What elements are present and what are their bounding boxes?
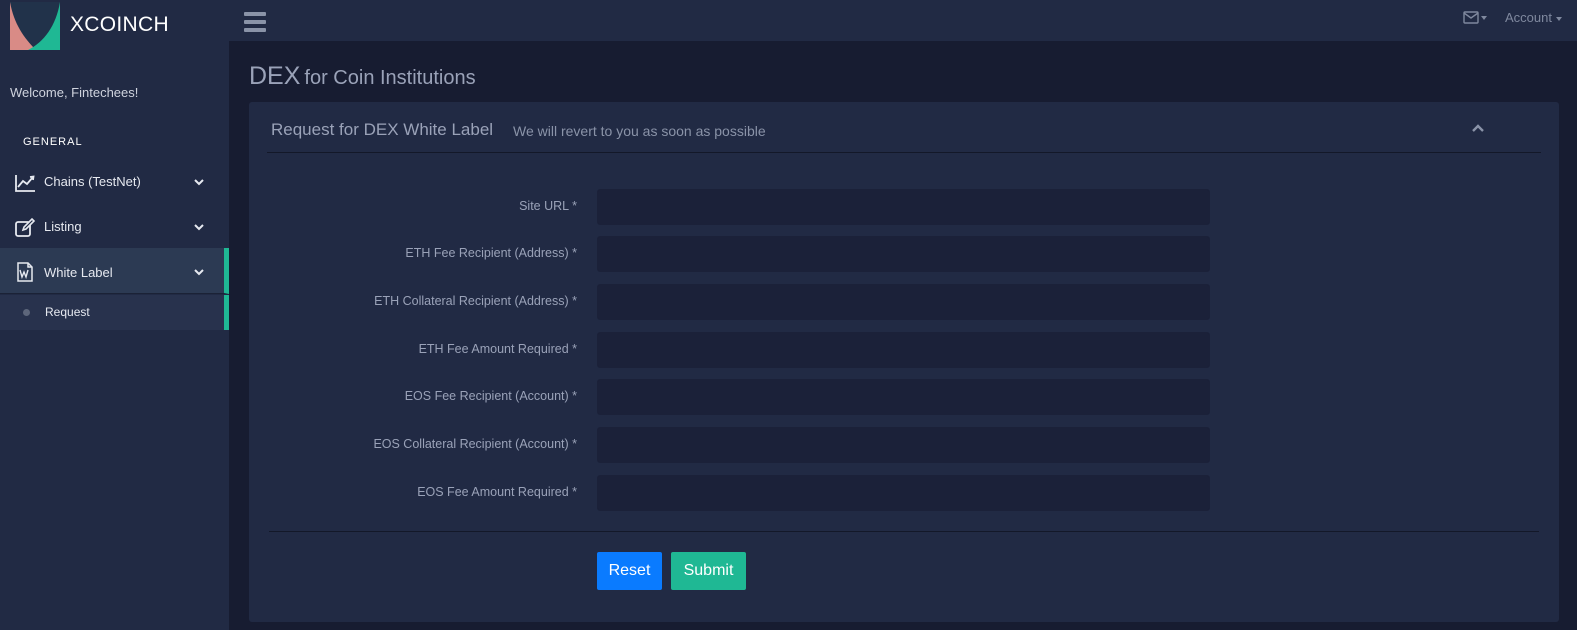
form-row-eos-fee-amount: EOS Fee Amount Required * (249, 475, 1559, 511)
sidebar: XCOINCH Welcome, Fintechees! GENERAL Cha… (0, 0, 229, 630)
submit-button[interactable]: Submit (671, 552, 746, 590)
eth-fee-recipient-input[interactable] (597, 236, 1210, 272)
page-title-main: DEX (249, 62, 301, 90)
panel-title: Request for DEX White Label (271, 120, 494, 139)
chevron-down-icon (194, 179, 204, 186)
page-title-sub: for Coin Institutions (304, 67, 476, 89)
line-chart-icon (15, 175, 35, 192)
hamburger-icon[interactable] (244, 12, 266, 32)
site-url-label: Site URL * (519, 199, 577, 213)
chevron-up-icon[interactable] (1471, 123, 1485, 133)
sidebar-item-label: Chains (TestNet) (44, 174, 141, 189)
form-row-eth-collateral-recipient: ETH Collateral Recipient (Address) * (249, 284, 1559, 320)
edit-icon (15, 217, 36, 237)
sidebar-subitem-request[interactable]: Request (0, 295, 229, 330)
top-navbar: Account (229, 0, 1577, 41)
sidebar-item-chains[interactable]: Chains (TestNet) (0, 160, 229, 205)
eth-fee-amount-input[interactable] (597, 332, 1210, 368)
eos-fee-recipient-input[interactable] (597, 379, 1210, 415)
form-divider (269, 531, 1539, 532)
word-document-icon (17, 262, 33, 282)
sidebar-subitem-label: Request (45, 305, 90, 319)
eth-collateral-recipient-label: ETH Collateral Recipient (Address) * (374, 294, 577, 308)
account-label: Account (1505, 10, 1552, 25)
brand[interactable]: XCOINCH (0, 0, 229, 52)
site-url-input[interactable] (597, 189, 1210, 225)
welcome-message: Welcome, Fintechees! (10, 85, 139, 100)
eos-fee-amount-label: EOS Fee Amount Required * (417, 485, 577, 499)
chevron-down-icon (194, 269, 204, 276)
sidebar-item-listing[interactable]: Listing (0, 205, 229, 250)
caret-down-icon (1481, 16, 1487, 20)
eth-fee-amount-label: ETH Fee Amount Required * (418, 342, 577, 356)
eth-fee-recipient-label: ETH Fee Recipient (Address) * (405, 246, 577, 260)
sidebar-item-label: Listing (44, 219, 82, 234)
form-row-eos-collateral-recipient: EOS Collateral Recipient (Account) * (249, 427, 1559, 463)
xcoinch-logo-icon (10, 2, 60, 50)
brand-name: XCOINCH (70, 13, 169, 36)
page-title: DEX for Coin Institutions (249, 62, 476, 91)
panel-subtitle: We will revert to you as soon as possibl… (513, 123, 766, 139)
eos-fee-amount-input[interactable] (597, 475, 1210, 511)
panel-header: Request for DEX White Label We will reve… (267, 102, 1541, 153)
form-row-eth-fee-amount: ETH Fee Amount Required * (249, 332, 1559, 368)
account-dropdown-toggle[interactable]: Account (1505, 10, 1562, 25)
form-row-eth-fee-recipient: ETH Fee Recipient (Address) * (249, 236, 1559, 272)
request-panel: Request for DEX White Label We will reve… (249, 102, 1559, 622)
mail-dropdown-toggle[interactable] (1463, 9, 1493, 27)
bullet-dot-icon (23, 309, 30, 316)
envelope-icon (1463, 11, 1479, 24)
form-row-site-url: Site URL * (249, 189, 1559, 225)
sidebar-item-label: White Label (44, 265, 113, 280)
sidebar-item-white-label[interactable]: White Label (0, 248, 229, 294)
form-row-eos-fee-recipient: EOS Fee Recipient (Account) * (249, 379, 1559, 415)
chevron-down-icon (194, 224, 204, 231)
eos-collateral-recipient-input[interactable] (597, 427, 1210, 463)
eos-fee-recipient-label: EOS Fee Recipient (Account) * (404, 389, 577, 403)
eth-collateral-recipient-input[interactable] (597, 284, 1210, 320)
sidebar-section-title: GENERAL (23, 136, 83, 148)
reset-button[interactable]: Reset (597, 552, 662, 590)
eos-collateral-recipient-label: EOS Collateral Recipient (Account) * (373, 437, 577, 451)
caret-down-icon (1555, 16, 1562, 21)
